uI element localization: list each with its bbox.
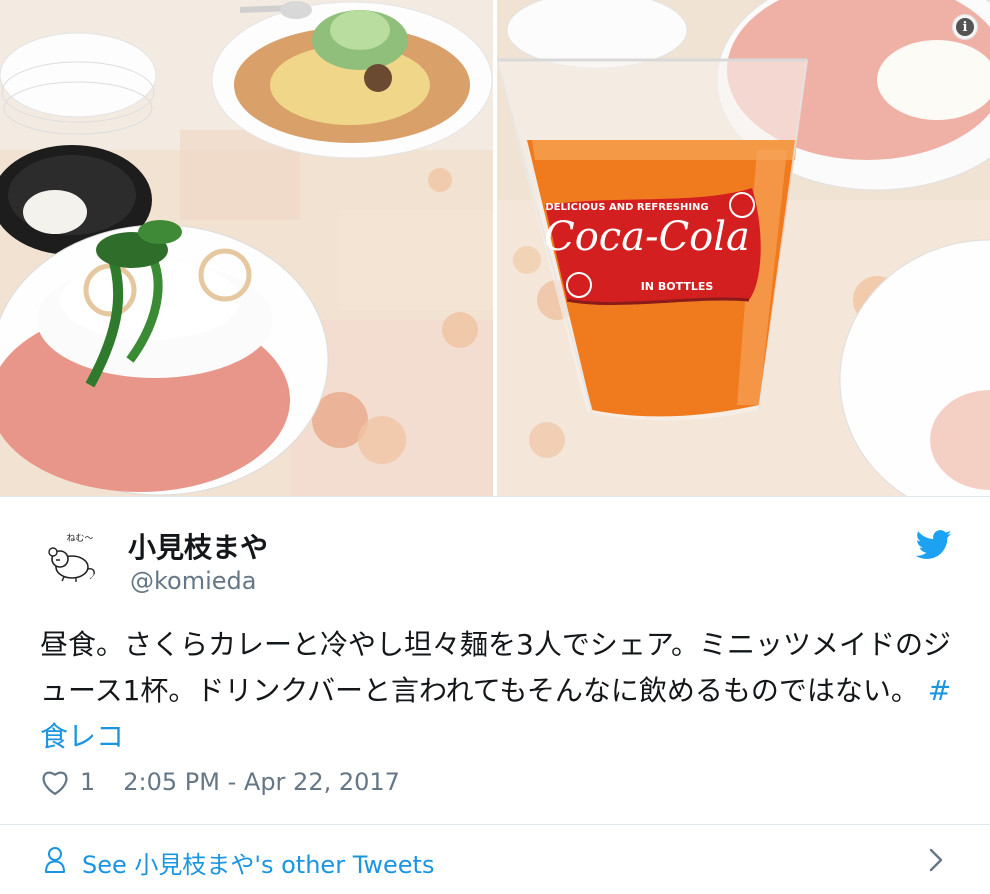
see-other-tweets-link[interactable]: See 小見枝まや's other Tweets [0, 825, 990, 894]
glass-bottom-text: IN BOTTLES [641, 280, 714, 293]
see-other-tweets-label[interactable]: See 小見枝まや's other Tweets [82, 845, 434, 880]
author-handle[interactable]: @komieda [130, 567, 256, 595]
media-divider [0, 496, 990, 497]
photo-coca-cola-glass[interactable]: Coca-Cola DELICIOUS AND REFRESHING IN BO… [497, 0, 990, 496]
author-name[interactable]: 小見枝まや [128, 526, 268, 566]
chevron-right-icon[interactable] [927, 847, 945, 873]
person-icon [45, 847, 65, 873]
timestamp[interactable]: 2:05 PM - Apr 22, 2017 [123, 768, 400, 796]
tweet-body: 昼食。さくらカレーと冷やし坦々麺を3人でシェア。ミニッツメイドのジュース1杯。ド… [40, 628, 952, 707]
tweet-media[interactable]: Coca-Cola DELICIOUS AND REFRESHING IN BO… [0, 0, 990, 496]
like-count[interactable]: 1 [80, 768, 95, 796]
avatar[interactable]: ねむ〜 [40, 527, 100, 587]
heart-icon[interactable] [40, 768, 70, 796]
tweet-meta: 1 2:05 PM - Apr 22, 2017 [40, 765, 400, 799]
info-icon[interactable]: i [952, 14, 978, 40]
avatar-caption: ねむ〜 [66, 533, 93, 544]
photo-curry[interactable] [0, 0, 493, 496]
glass-slogan-text: DELICIOUS AND REFRESHING [545, 202, 708, 213]
glass-brand-text: Coca-Cola [544, 214, 750, 260]
tweet-text: 昼食。さくらカレーと冷やし坦々麺を3人でシェア。ミニッツメイドのジュース1杯。ド… [40, 622, 960, 760]
twitter-bird-icon[interactable] [915, 530, 952, 560]
